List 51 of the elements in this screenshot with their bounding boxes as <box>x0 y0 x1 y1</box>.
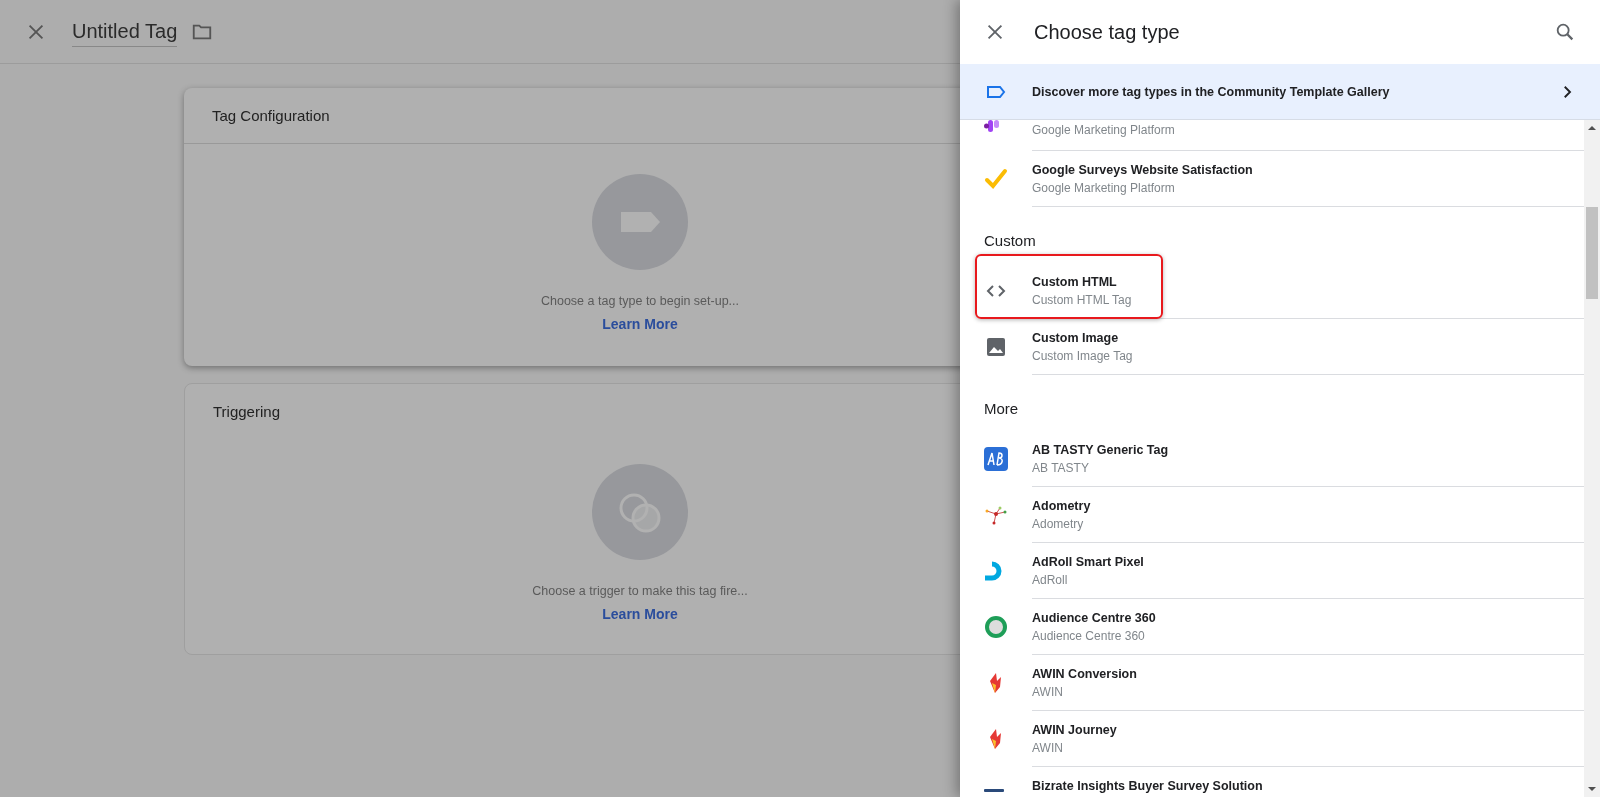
item-title: Custom Image <box>1032 331 1120 345</box>
item-subtitle: Google Marketing Platform <box>1032 181 1176 195</box>
scroll-up-icon[interactable] <box>1588 124 1596 132</box>
item-title: AWIN Journey <box>1032 723 1118 737</box>
tag-type-item[interactable]: AWIN Journey AWIN <box>960 711 1584 767</box>
tag-name-field[interactable]: Untitled Tag <box>72 20 178 47</box>
item-title: Audience Centre 360 <box>1032 611 1157 625</box>
check-icon <box>984 167 1008 191</box>
item-title: Bizrate Insights Buyer Survey Solution <box>1032 779 1264 793</box>
item-title: Google Surveys Website Satisfaction <box>1032 163 1254 177</box>
tag-type-item[interactable]: Custom Image Custom Image Tag <box>960 319 1584 375</box>
item-subtitle: Google Marketing Platform <box>1032 123 1176 137</box>
hint-text: Choose a tag type to begin set-up... <box>540 294 739 308</box>
learn-more-link[interactable]: Learn More <box>602 316 678 332</box>
item-title: AdRoll Smart Pixel <box>1032 555 1145 569</box>
item-subtitle: AdRoll <box>1032 573 1069 587</box>
item-title: AB TASTY Generic Tag <box>1032 443 1170 457</box>
section-heading: Custom <box>983 230 1037 251</box>
item-subtitle: Custom Image Tag <box>1032 349 1134 363</box>
section-heading: More <box>983 398 1020 419</box>
learn-more-link[interactable]: Learn More <box>602 606 678 622</box>
logo-icon <box>984 789 1004 792</box>
item-subtitle: AWIN <box>1032 685 1064 699</box>
template-gallery-banner[interactable]: Discover more tag types in the Community Template Gallery <box>960 64 1600 120</box>
item-title: Adometry <box>1032 499 1092 513</box>
item-title: Custom HTML <box>1032 275 1118 289</box>
ring-icon <box>984 615 1008 639</box>
tag-type-item[interactable]: AB TASTY Generic Tag AB TASTY <box>960 431 1584 487</box>
card-title: Triggering <box>213 403 280 420</box>
panel-title: Choose tag type <box>1034 20 1181 44</box>
tag-type-item[interactable]: Adometry Adometry <box>960 487 1584 543</box>
image-icon <box>984 335 1008 359</box>
hint-text: Choose a trigger to make this tag fire... <box>532 584 748 598</box>
item-subtitle: Custom HTML Tag <box>1032 293 1133 307</box>
scrollbar[interactable] <box>1584 120 1600 797</box>
tag-type-item[interactable]: Google Surveys Website Satisfaction Google Marketing Platform <box>960 151 1584 207</box>
tag-type-item[interactable]: AWIN Conversion AWIN <box>960 655 1584 711</box>
item-subtitle: AB TASTY <box>1032 461 1090 475</box>
card-title: Tag Configuration <box>212 107 330 124</box>
scroll-down-icon[interactable] <box>1588 785 1596 793</box>
search-icon[interactable] <box>1554 21 1576 43</box>
tag-type-item[interactable]: Google Marketing Platform <box>960 120 1584 151</box>
item-subtitle: Adometry <box>1032 517 1085 531</box>
ab-logo-icon <box>984 447 1008 471</box>
item-subtitle: AWIN <box>1032 741 1064 755</box>
tag-type-item[interactable]: AdRoll Smart Pixel AdRoll <box>960 543 1584 599</box>
scrollbar-thumb[interactable] <box>1586 207 1598 299</box>
item-title: AWIN Conversion <box>1032 667 1138 681</box>
item-subtitle: Audience Centre 360 <box>1032 629 1146 643</box>
tag-type-item[interactable]: Audience Centre 360 Audience Centre 360 <box>960 599 1584 655</box>
bars-icon <box>984 120 1000 132</box>
